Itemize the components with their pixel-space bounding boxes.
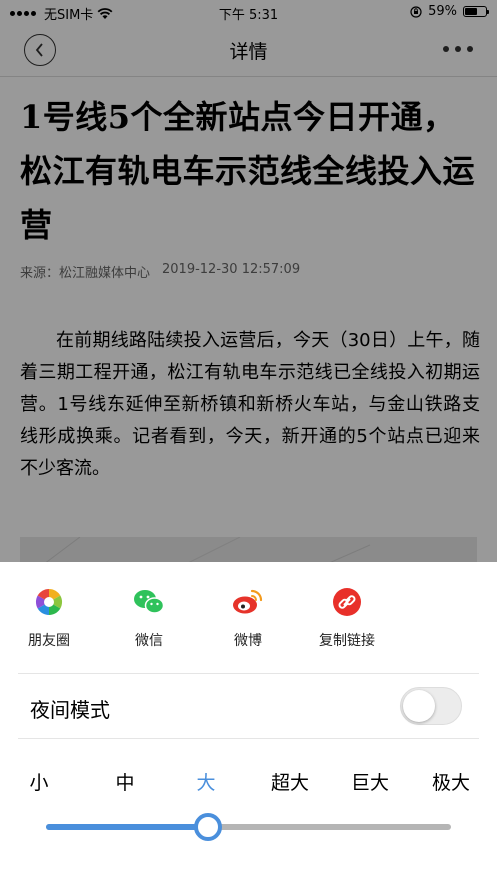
link-icon — [333, 588, 361, 616]
font-size-option[interactable]: 超大 — [260, 768, 320, 795]
font-size-option[interactable]: 巨大 — [340, 768, 400, 795]
toggle-knob — [403, 690, 435, 722]
share-wechat-label: 微信 — [135, 633, 163, 649]
copy-link-label: 复制链接 — [319, 633, 375, 649]
font-size-slider-fill — [46, 824, 208, 830]
share-weibo-label: 微博 — [234, 633, 262, 649]
font-size-options: 小 中 大 超大 巨大 极大 — [0, 768, 497, 798]
font-size-option[interactable]: 极大 — [421, 768, 481, 795]
night-mode-toggle[interactable] — [400, 687, 462, 725]
divider — [18, 673, 479, 674]
share-weibo-button[interactable]: 微博 — [208, 586, 288, 650]
share-wechat-button[interactable]: 微信 — [109, 586, 189, 650]
share-moments-label: 朋友圈 — [28, 633, 70, 649]
font-size-option[interactable]: 中 — [95, 768, 155, 795]
copy-link-button[interactable]: 复制链接 — [307, 586, 387, 650]
font-size-option[interactable]: 小 — [9, 768, 69, 795]
share-moments-button[interactable]: 朋友圈 — [9, 586, 89, 650]
share-options: 朋友圈 微信 微博 复制链接 — [0, 586, 497, 676]
weibo-icon — [233, 589, 263, 614]
divider — [18, 738, 479, 739]
night-mode-label: 夜间模式 — [30, 698, 110, 722]
font-size-option[interactable]: 大 — [176, 768, 236, 795]
wechat-icon — [134, 590, 165, 614]
moments-icon — [35, 588, 63, 616]
font-size-slider-thumb[interactable] — [194, 813, 222, 841]
article-detail-page: 无SIM卡 下午 5:31 59% 详情 1号线5个全新站点今日开通，松江有轨电… — [0, 0, 497, 883]
share-settings-sheet: 朋友圈 微信 微博 复制链接 夜间模式 小 中 大 超大 巨大 极大 — [0, 562, 497, 883]
